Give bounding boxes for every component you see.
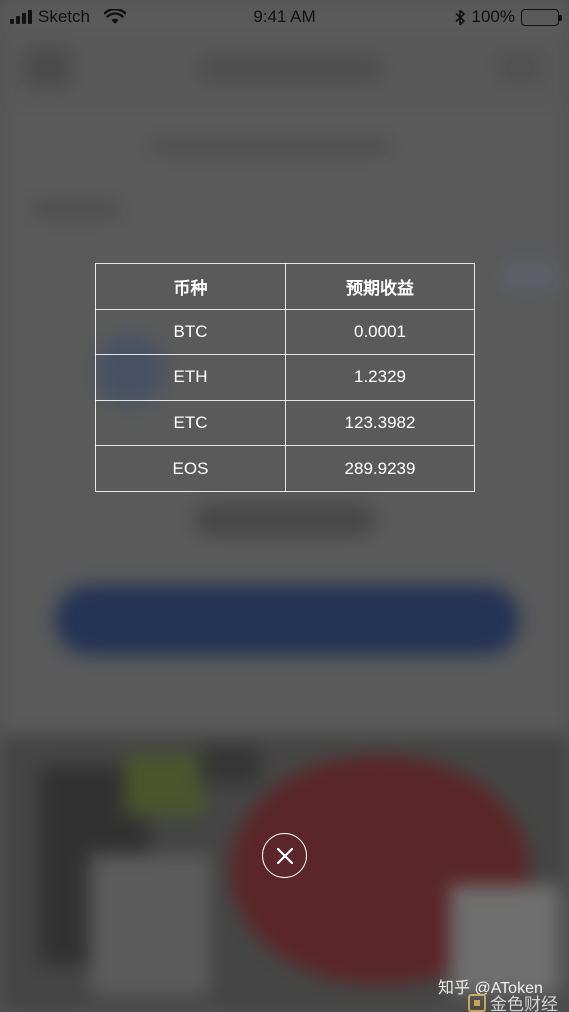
brand-watermark: 金色财经 (468, 990, 558, 1012)
coin-cell: ETH (95, 354, 286, 401)
table-row: EOS 289.9239 (95, 445, 475, 492)
yield-cell: 1.2329 (285, 354, 475, 401)
close-button[interactable] (262, 833, 307, 878)
coin-cell: ETC (95, 399, 286, 447)
battery-icon (521, 8, 562, 26)
battery-percent: 100% (471, 7, 515, 26)
brand-logo-icon (468, 993, 486, 1012)
coin-cell: EOS (95, 445, 286, 492)
header-coin: 币种 (95, 263, 286, 310)
coin-cell: BTC (95, 308, 286, 356)
header-expected-yield: 预期收益 (285, 263, 475, 310)
close-icon (276, 847, 293, 864)
table-header-row: 币种 预期收益 (95, 263, 475, 310)
yield-cell: 123.3982 (285, 399, 475, 447)
bluetooth-icon (454, 9, 465, 25)
table-row: ETC 123.3982 (95, 399, 475, 447)
table-row: BTC 0.0001 (95, 308, 475, 356)
brand-watermark-text: 金色财经 (490, 995, 558, 1012)
yield-cell: 289.9239 (285, 445, 475, 492)
yield-cell: 0.0001 (285, 308, 475, 356)
yield-table: 币种 预期收益 BTC 0.0001 ETH 1.2329 ETC 123.39… (95, 263, 475, 492)
status-bar: Sketch 9:41 AM 100% (0, 0, 569, 34)
table-row: ETH 1.2329 (95, 354, 475, 401)
